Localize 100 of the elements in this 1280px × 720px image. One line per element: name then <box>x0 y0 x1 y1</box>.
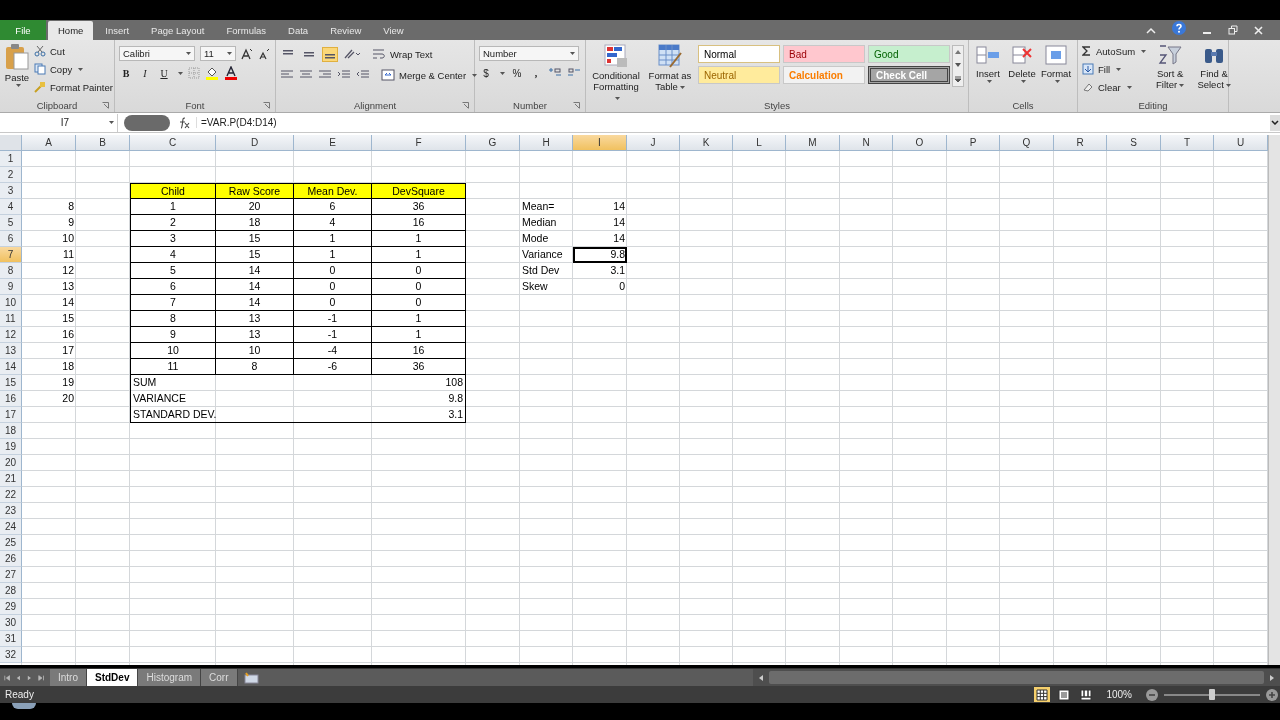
column-header[interactable]: P <box>947 135 1000 151</box>
bold-button[interactable]: B <box>119 66 133 80</box>
comma-button[interactable]: , <box>529 66 543 80</box>
normal-view-button[interactable] <box>1034 687 1051 702</box>
column-header[interactable]: A <box>22 135 76 151</box>
row-header[interactable]: 17 <box>0 407 22 423</box>
caret-icon[interactable] <box>1054 80 1060 83</box>
dialog-launcher-icon[interactable] <box>263 102 270 109</box>
last-sheet-icon[interactable] <box>37 673 44 682</box>
caret-icon[interactable] <box>186 52 191 55</box>
zoom-in-icon[interactable] <box>1266 688 1278 701</box>
indent-icon[interactable] <box>356 70 370 80</box>
file-tab[interactable]: File <box>0 20 46 40</box>
ribbon-tab[interactable]: Page Layout <box>141 21 215 40</box>
font-name-field[interactable]: Calibri <box>119 46 195 61</box>
name-box[interactable]: I7 <box>0 113 118 132</box>
cell-style-button[interactable]: Normal <box>698 45 780 63</box>
restore-icon[interactable] <box>1228 25 1238 35</box>
zoom-level[interactable]: 100% <box>1106 689 1132 700</box>
row-header[interactable]: 19 <box>0 439 22 455</box>
ribbon-tab[interactable]: Review <box>320 21 372 40</box>
cut-button[interactable]: Cut <box>34 43 113 59</box>
column-header[interactable]: Q <box>1000 135 1054 151</box>
zoom-out-icon[interactable] <box>1146 688 1158 701</box>
caret-icon[interactable] <box>1225 84 1231 87</box>
shrink-font-icon[interactable] <box>258 47 270 60</box>
row-header[interactable]: 28 <box>0 583 22 599</box>
row-header[interactable]: 23 <box>0 503 22 519</box>
copy-button[interactable]: Copy <box>34 61 113 77</box>
sheet-tab[interactable]: StdDev <box>87 669 139 686</box>
next-sheet-icon[interactable] <box>27 673 32 682</box>
cell-style-button[interactable]: Neutral <box>698 66 780 84</box>
first-sheet-icon[interactable] <box>4 673 11 682</box>
column-header[interactable]: C <box>130 135 216 151</box>
help-icon[interactable] <box>1172 21 1186 35</box>
row-header[interactable]: 32 <box>0 647 22 663</box>
row-header[interactable]: 26 <box>0 551 22 567</box>
row-header[interactable]: 14 <box>0 359 22 375</box>
scroll-right-icon[interactable] <box>1270 674 1274 681</box>
ribbon-tab[interactable]: Insert <box>95 21 140 40</box>
previous-sheet-icon[interactable] <box>16 673 21 682</box>
caret-icon[interactable] <box>679 86 685 89</box>
orientation-icon[interactable] <box>343 48 361 60</box>
row-header[interactable]: 12 <box>0 327 22 343</box>
decrease-decimal-icon[interactable] <box>567 67 581 79</box>
format-painter-button[interactable]: Format Painter <box>34 79 113 95</box>
row-header[interactable]: 4 <box>0 199 22 215</box>
caret-icon[interactable] <box>1141 49 1147 53</box>
column-header[interactable]: S <box>1107 135 1161 151</box>
clear-button[interactable]: Clear <box>1082 79 1147 95</box>
row-header[interactable]: 6 <box>0 231 22 247</box>
column-header[interactable]: H <box>520 135 573 151</box>
ribbon-tab[interactable]: Data <box>278 21 319 40</box>
row-header[interactable]: 10 <box>0 295 22 311</box>
gallery-scrollbar[interactable] <box>952 45 964 87</box>
column-header[interactable]: L <box>733 135 786 151</box>
column-header[interactable]: U <box>1214 135 1268 151</box>
dialog-launcher-icon[interactable] <box>462 102 469 109</box>
find-select-button[interactable]: Find & Select <box>1194 43 1235 90</box>
fill-button[interactable]: Fill <box>1082 61 1147 77</box>
row-header[interactable]: 25 <box>0 535 22 551</box>
delete-button[interactable]: Delete <box>1007 43 1037 83</box>
caret-icon[interactable] <box>1126 85 1132 89</box>
italic-button[interactable]: I <box>138 66 152 80</box>
paste-button[interactable]: Paste <box>4 43 30 87</box>
row-header[interactable]: 2 <box>0 167 22 183</box>
font-color-icon[interactable] <box>224 66 238 80</box>
column-header[interactable]: E <box>294 135 372 151</box>
close-icon[interactable] <box>1254 26 1263 35</box>
column-header[interactable]: G <box>466 135 520 151</box>
scroll-down-icon[interactable] <box>955 63 961 67</box>
row-header[interactable]: 9 <box>0 279 22 295</box>
start-button-icon[interactable] <box>12 703 36 709</box>
column-header[interactable]: J <box>627 135 680 151</box>
row-header[interactable]: 15 <box>0 375 22 391</box>
caret-icon[interactable] <box>178 71 183 75</box>
autosum-button[interactable]: AutoSum <box>1082 43 1147 59</box>
more-icon[interactable] <box>955 75 961 82</box>
horizontal-scrollbar[interactable] <box>753 669 1280 686</box>
merge-center-button[interactable]: Merge & Center <box>381 67 478 83</box>
column-header[interactable]: B <box>76 135 130 151</box>
format-button[interactable]: Format <box>1041 43 1071 83</box>
dialog-launcher-icon[interactable] <box>573 102 580 109</box>
fill-color-icon[interactable] <box>205 66 219 80</box>
column-header[interactable]: I <box>573 135 627 151</box>
cell-style-button[interactable]: Good <box>868 45 950 63</box>
row-header[interactable]: 21 <box>0 471 22 487</box>
increase-decimal-icon[interactable] <box>548 67 562 79</box>
ribbon-tab[interactable]: View <box>373 21 414 40</box>
caret-icon[interactable] <box>570 52 575 55</box>
row-header[interactable]: 27 <box>0 567 22 583</box>
caret-icon[interactable] <box>227 52 232 55</box>
row-header[interactable]: 24 <box>0 519 22 535</box>
row-header[interactable]: 16 <box>0 391 22 407</box>
caret-icon[interactable] <box>472 73 478 77</box>
row-header[interactable]: 11 <box>0 311 22 327</box>
caret-icon[interactable] <box>986 80 992 83</box>
column-header[interactable]: T <box>1161 135 1214 151</box>
row-header[interactable]: 3 <box>0 183 22 199</box>
percent-button[interactable]: % <box>510 66 524 80</box>
